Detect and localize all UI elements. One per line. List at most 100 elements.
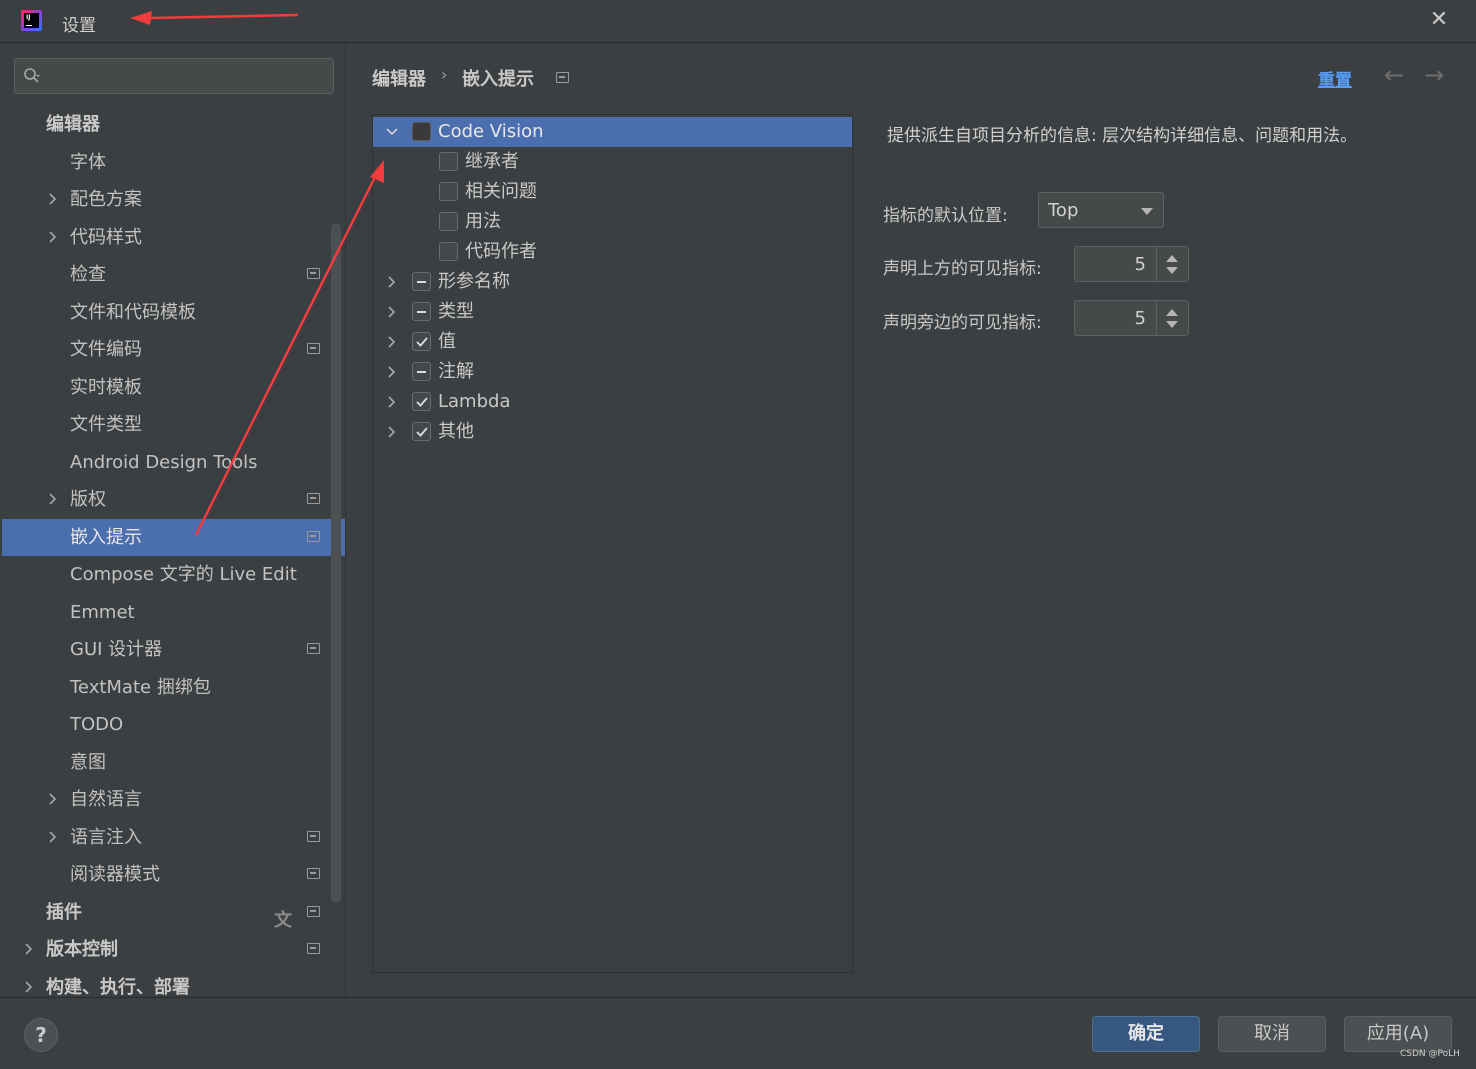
chevron-right-icon[interactable] bbox=[385, 275, 399, 289]
above-declaration-label: 声明上方的可见指标: bbox=[883, 259, 1042, 279]
hint-row-parameter-names[interactable]: 形参名称 bbox=[373, 267, 852, 297]
window-title: 设置 bbox=[62, 16, 96, 36]
hint-row-values[interactable]: 值 bbox=[373, 327, 852, 357]
hint-row-usages[interactable]: 用法 bbox=[373, 207, 852, 237]
hint-row-code-vision[interactable]: Code Vision bbox=[373, 117, 852, 147]
project-level-icon bbox=[307, 943, 320, 954]
reset-link[interactable]: 重置 bbox=[1318, 66, 1352, 91]
sidebar-item-font[interactable]: 字体 bbox=[2, 144, 330, 181]
hint-checkbox[interactable] bbox=[439, 152, 458, 171]
hint-row-code-author[interactable]: 代码作者 bbox=[373, 237, 852, 267]
chevron-right-icon[interactable] bbox=[46, 192, 60, 206]
spin-up-icon[interactable] bbox=[1166, 255, 1178, 262]
sidebar-item-editor[interactable]: 编辑器 bbox=[2, 106, 330, 143]
sidebar-item-android-design-tools[interactable]: Android Design Tools bbox=[2, 444, 330, 481]
chevron-right-icon[interactable] bbox=[385, 335, 399, 349]
hint-description: 提供派生自项目分析的信息: 层次结构详细信息、问题和用法。 bbox=[887, 126, 1358, 146]
chevron-right-icon[interactable] bbox=[22, 980, 36, 994]
hint-checkbox[interactable] bbox=[412, 422, 431, 441]
sidebar-item-live-templates[interactable]: 实时模板 bbox=[2, 369, 330, 406]
sidebar-item-reader-mode[interactable]: 阅读器模式 bbox=[2, 856, 330, 893]
breadcrumb-editor[interactable]: 编辑器 bbox=[372, 65, 426, 91]
chevron-right-icon[interactable] bbox=[46, 830, 60, 844]
above-declaration-spinner[interactable]: 5 bbox=[1074, 246, 1189, 282]
hint-checkbox[interactable] bbox=[439, 182, 458, 201]
project-level-icon bbox=[307, 643, 320, 654]
chevron-right-icon[interactable] bbox=[385, 395, 399, 409]
chevron-right-icon[interactable] bbox=[46, 230, 60, 244]
hint-row-related-problems[interactable]: 相关问题 bbox=[373, 177, 852, 207]
hint-row-inheritors[interactable]: 继承者 bbox=[373, 147, 852, 177]
spin-up-icon[interactable] bbox=[1166, 309, 1178, 316]
beside-declaration-spinner[interactable]: 5 bbox=[1074, 300, 1189, 336]
breadcrumb-separator: › bbox=[441, 65, 448, 84]
project-level-icon bbox=[307, 831, 320, 842]
project-level-icon bbox=[307, 906, 320, 917]
project-level-icon bbox=[307, 531, 320, 542]
sidebar-item-textmate-bundles[interactable]: TextMate 捆绑包 bbox=[2, 669, 330, 706]
spin-down-icon[interactable] bbox=[1166, 267, 1178, 274]
sidebar-item-file-types[interactable]: 文件类型 bbox=[2, 406, 330, 443]
inlay-hints-tree: Code Vision 继承者 相关问题 用法 代码作者 形参名称 类型 值 注… bbox=[372, 114, 853, 973]
sidebar-item-compose-live-edit[interactable]: Compose 文字的 Live Edit bbox=[2, 556, 330, 593]
chevron-right-icon[interactable] bbox=[22, 942, 36, 956]
hint-row-annotations[interactable]: 注解 bbox=[373, 357, 852, 387]
dialog-footer: ? 确定 取消 应用(A) CSDN @PoLH bbox=[0, 997, 1476, 1069]
watermark: CSDN @PoLH bbox=[1400, 1049, 1460, 1059]
cancel-button[interactable]: 取消 bbox=[1218, 1016, 1326, 1052]
sidebar-item-build-execution-deployment[interactable]: 构建、执行、部署 bbox=[2, 969, 330, 997]
sidebar-item-natural-languages[interactable]: 自然语言 bbox=[2, 781, 330, 818]
dropdown-arrow-icon bbox=[1141, 208, 1153, 215]
beside-declaration-label: 声明旁边的可见指标: bbox=[883, 313, 1042, 333]
sidebar-item-plugins[interactable]: 插件 文 bbox=[2, 894, 330, 931]
spin-down-icon[interactable] bbox=[1166, 321, 1178, 328]
sidebar-item-todo[interactable]: TODO bbox=[2, 706, 330, 743]
sidebar-item-gui-designer[interactable]: GUI 设计器 bbox=[2, 631, 330, 668]
breadcrumb-inlay-hints: 嵌入提示 bbox=[462, 69, 534, 90]
sidebar-item-copyright[interactable]: 版权 bbox=[2, 481, 330, 518]
sidebar-item-version-control[interactable]: 版本控制 bbox=[2, 931, 330, 968]
ok-button[interactable]: 确定 bbox=[1092, 1016, 1200, 1052]
chevron-right-icon[interactable] bbox=[385, 305, 399, 319]
checkmark-icon bbox=[416, 337, 428, 347]
hint-checkbox[interactable] bbox=[412, 362, 431, 381]
hint-checkbox[interactable] bbox=[412, 272, 431, 291]
hint-checkbox[interactable] bbox=[412, 332, 431, 351]
forward-arrow-icon[interactable]: → bbox=[1424, 61, 1444, 89]
project-level-icon bbox=[307, 868, 320, 879]
sidebar-scrollbar[interactable] bbox=[331, 223, 341, 903]
settings-sidebar: 编辑器 字体 配色方案 代码样式 检查 文件和代码模板 文件编码 实时模板 文件… bbox=[0, 43, 345, 997]
default-position-label: 指标的默认位置: bbox=[883, 206, 1008, 226]
sidebar-item-intentions[interactable]: 意图 bbox=[2, 744, 330, 781]
hint-checkbox[interactable] bbox=[412, 302, 431, 321]
hint-checkbox[interactable] bbox=[412, 122, 431, 141]
settings-search-input[interactable] bbox=[14, 58, 334, 94]
back-arrow-icon[interactable]: ← bbox=[1384, 61, 1404, 89]
sidebar-item-file-templates[interactable]: 文件和代码模板 bbox=[2, 294, 330, 331]
sidebar-item-inspections[interactable]: 检查 bbox=[2, 256, 330, 293]
apply-button[interactable]: 应用(A) bbox=[1344, 1016, 1452, 1052]
help-button[interactable]: ? bbox=[24, 1018, 58, 1052]
settings-content: 编辑器 › 嵌入提示 重置 ← → Code Vision 继承者 相关问题 用… bbox=[345, 43, 1476, 997]
chevron-right-icon[interactable] bbox=[385, 425, 399, 439]
chevron-right-icon[interactable] bbox=[385, 365, 399, 379]
sidebar-item-language-injections[interactable]: 语言注入 bbox=[2, 819, 330, 856]
sidebar-item-code-style[interactable]: 代码样式 bbox=[2, 219, 330, 256]
hint-checkbox[interactable] bbox=[412, 392, 431, 411]
title-bar: IJ 设置 ✕ bbox=[0, 0, 1476, 43]
sidebar-item-file-encodings[interactable]: 文件编码 bbox=[2, 331, 330, 368]
default-position-select[interactable]: Top bbox=[1038, 192, 1164, 228]
chevron-right-icon[interactable] bbox=[46, 792, 60, 806]
project-level-icon bbox=[307, 268, 320, 279]
hint-checkbox[interactable] bbox=[439, 212, 458, 231]
chevron-down-icon[interactable] bbox=[385, 125, 399, 139]
sidebar-item-emmet[interactable]: Emmet bbox=[2, 594, 330, 631]
sidebar-item-inlay-hints[interactable]: 嵌入提示 bbox=[2, 519, 345, 556]
sidebar-item-color-scheme[interactable]: 配色方案 bbox=[2, 181, 330, 218]
chevron-right-icon[interactable] bbox=[46, 492, 60, 506]
hint-row-types[interactable]: 类型 bbox=[373, 297, 852, 327]
hint-row-lambda[interactable]: Lambda bbox=[373, 387, 852, 417]
hint-row-other[interactable]: 其他 bbox=[373, 417, 852, 447]
hint-checkbox[interactable] bbox=[439, 242, 458, 261]
close-icon[interactable]: ✕ bbox=[1428, 9, 1450, 31]
